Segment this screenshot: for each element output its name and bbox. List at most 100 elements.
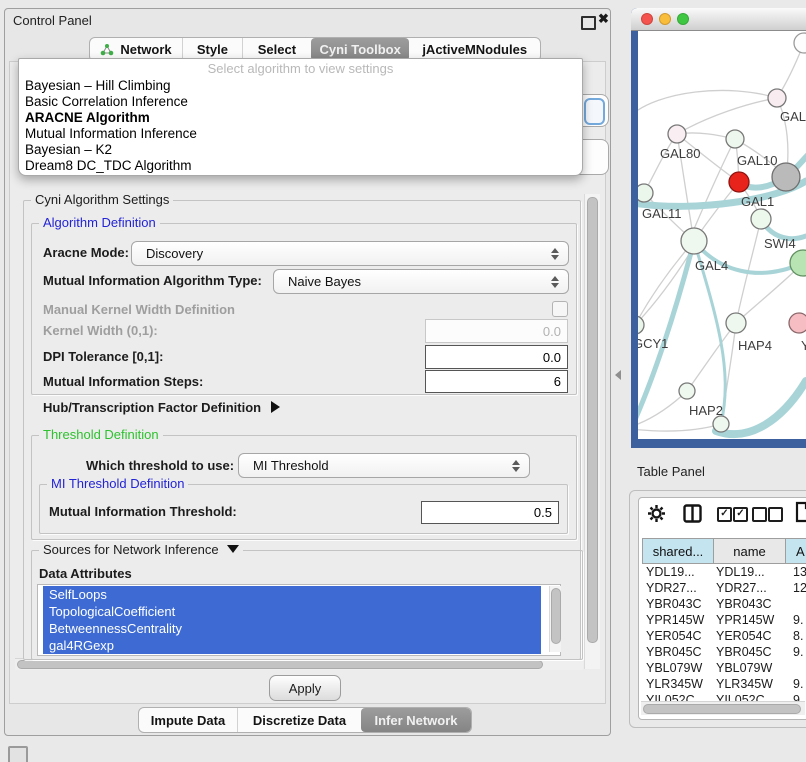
dpi-tolerance-value: 0.0: [543, 350, 561, 365]
column-layout-icon[interactable]: [683, 504, 702, 528]
tab-impute-data[interactable]: Impute Data: [139, 708, 237, 732]
algorithm-option-bayesian-hill-climbing[interactable]: Bayesian – Hill Climbing: [19, 78, 582, 94]
expanded-arrow-icon: [227, 545, 239, 553]
unchecked-box-icon[interactable]: [768, 507, 783, 522]
file-icon[interactable]: [795, 501, 806, 528]
algorithm-option-basic-correlation-inference[interactable]: Basic Correlation Inference: [19, 94, 582, 110]
table-row[interactable]: YPR145WYPR145W9.: [642, 612, 806, 628]
node-hap2[interactable]: [679, 383, 695, 399]
node-gal4[interactable]: [681, 228, 707, 254]
unchecked-box-icon[interactable]: [752, 507, 767, 522]
table-cell: 9.: [788, 644, 803, 660]
node-label: Y: [801, 338, 806, 353]
table-row[interactable]: YBR043CYBR043C: [642, 596, 806, 612]
tab-label: Impute Data: [151, 713, 225, 728]
mi-threshold-field[interactable]: 0.5: [421, 501, 559, 524]
algorithm-option-bayesian-k2[interactable]: Bayesian – K2: [19, 142, 582, 158]
mi-threshold-value: 0.5: [534, 505, 552, 520]
data-attributes-list[interactable]: SelfLoopsTopologicalCoefficientBetweenne…: [37, 584, 561, 656]
column-header-name[interactable]: name: [714, 538, 786, 564]
attribute-item[interactable]: BetweennessCentrality: [43, 620, 541, 637]
algorithm-option-aracne-algorithm[interactable]: ARACNE Algorithm: [19, 110, 582, 126]
node-gcy1[interactable]: [638, 316, 644, 334]
minimize-traffic-light[interactable]: [659, 13, 671, 25]
aracne-mode-combo[interactable]: Discovery: [131, 241, 569, 266]
attributes-vscrollbar-thumb[interactable]: [551, 588, 561, 644]
split-pane-handle-icon[interactable]: [615, 370, 621, 380]
close-icon[interactable]: ✖: [598, 11, 609, 27]
node-label: GAL: [780, 109, 806, 124]
sources-legend-label: Sources for Network Inference: [43, 542, 219, 557]
aracne-mode-label: Aracne Mode:: [43, 245, 129, 261]
table-cell: YIL052C: [714, 692, 788, 701]
kernel-width-value: 0.0: [543, 324, 561, 339]
node-hap4[interactable]: [726, 313, 746, 333]
table-row[interactable]: YIL052CYIL052C9: [642, 692, 806, 701]
close-traffic-light[interactable]: [641, 13, 653, 25]
hub-definition-toggle[interactable]: Hub/Transcription Factor Definition: [43, 400, 280, 416]
settings-vscrollbar-thumb[interactable]: [587, 197, 598, 643]
node-gal-partial[interactable]: [768, 89, 786, 107]
table-row[interactable]: YLR345WYLR345W9.: [642, 676, 806, 692]
bottom-tabbar: Impute Data Discretize Data Infer Network: [138, 707, 472, 733]
table-cell: YDL19...: [714, 564, 788, 580]
attribute-item[interactable]: gal4RGexp: [43, 637, 541, 654]
table-row[interactable]: YDR27...YDR27...12: [642, 580, 806, 596]
checked-box-icon[interactable]: ✓: [717, 507, 732, 522]
table-cell: 13: [788, 564, 806, 580]
algorithm-popup-placeholder: Select algorithm to view settings: [19, 59, 582, 78]
node-swi4[interactable]: [751, 209, 771, 229]
node-top-partial[interactable]: [794, 33, 806, 53]
mi-algorithm-type-combo[interactable]: Naive Bayes: [273, 269, 569, 294]
table-cell: 12: [788, 580, 806, 596]
table-cell: YER054C: [714, 628, 788, 644]
network-edge: [677, 98, 777, 134]
network-view-window: GALGAL80GAL10GAL1GAL11SWI4GAL4GCY1HAP4YH…: [631, 8, 806, 448]
network-canvas[interactable]: GALGAL80GAL10GAL1GAL11SWI4GAL4GCY1HAP4YH…: [638, 31, 806, 439]
mi-steps-field[interactable]: 6: [425, 370, 568, 393]
tab-discretize-data[interactable]: Discretize Data: [237, 708, 361, 732]
node-green[interactable]: [790, 250, 806, 276]
zoom-traffic-light[interactable]: [677, 13, 689, 25]
table-row[interactable]: YER054CYER054C8.: [642, 628, 806, 644]
algorithm-popup-items: Bayesian – Hill ClimbingBasic Correlatio…: [19, 78, 582, 174]
mi-algorithm-type-label: Mutual Information Algorithm Type:: [43, 273, 262, 289]
node-bottom[interactable]: [713, 416, 729, 432]
table-hscrollbar-thumb[interactable]: [643, 704, 801, 714]
node-gal11[interactable]: [638, 184, 653, 202]
table-row[interactable]: YBL079WYBL079W: [642, 660, 806, 676]
which-threshold-combo[interactable]: MI Threshold: [238, 453, 530, 478]
algorithm-option-dream8-dc-tdc-algorithm[interactable]: Dream8 DC_TDC Algorithm: [19, 158, 582, 174]
apply-button[interactable]: Apply: [269, 675, 341, 701]
checked-box-icon[interactable]: ✓: [733, 507, 748, 522]
settings-hscrollbar-thumb[interactable]: [17, 660, 543, 669]
gear-icon[interactable]: [647, 504, 666, 528]
network-window-titlebar[interactable]: [631, 8, 806, 31]
column-header-A[interactable]: A: [786, 538, 806, 564]
node-gal80[interactable]: [668, 125, 686, 143]
node-label: GAL1: [741, 194, 774, 209]
mi-threshold-definition-legend: MI Threshold Definition: [47, 477, 188, 491]
mi-steps-label: Mutual Information Steps:: [43, 374, 203, 390]
dpi-tolerance-field[interactable]: 0.0: [425, 345, 568, 369]
node-gal10[interactable]: [726, 130, 744, 148]
column-header-shared[interactable]: shared...: [642, 538, 714, 564]
attribute-item[interactable]: SelfLoops: [43, 586, 541, 603]
sources-legend[interactable]: Sources for Network Inference: [39, 543, 243, 557]
node-pink[interactable]: [789, 313, 806, 333]
table-row[interactable]: YBR045CYBR045C9.: [642, 644, 806, 660]
manual-kernel-width-checkbox[interactable]: [552, 301, 568, 317]
table-cell: [788, 660, 793, 676]
table-cell: YBR045C: [714, 644, 788, 660]
table-header-row: shared...nameA: [642, 538, 806, 564]
float-window-icon[interactable]: [581, 16, 596, 30]
table-cell: YLR345W: [714, 676, 788, 692]
attribute-item[interactable]: TopologicalCoefficient: [43, 603, 541, 620]
tab-label: Discretize Data: [253, 713, 346, 728]
node-label: SWI4: [764, 236, 796, 251]
table-cell: YBR045C: [642, 644, 714, 660]
node-gal1[interactable]: [729, 172, 749, 192]
tab-infer-network[interactable]: Infer Network: [361, 708, 471, 732]
table-row[interactable]: YDL19...YDL19...13: [642, 564, 806, 580]
algorithm-option-mutual-information-inference[interactable]: Mutual Information Inference: [19, 126, 582, 142]
